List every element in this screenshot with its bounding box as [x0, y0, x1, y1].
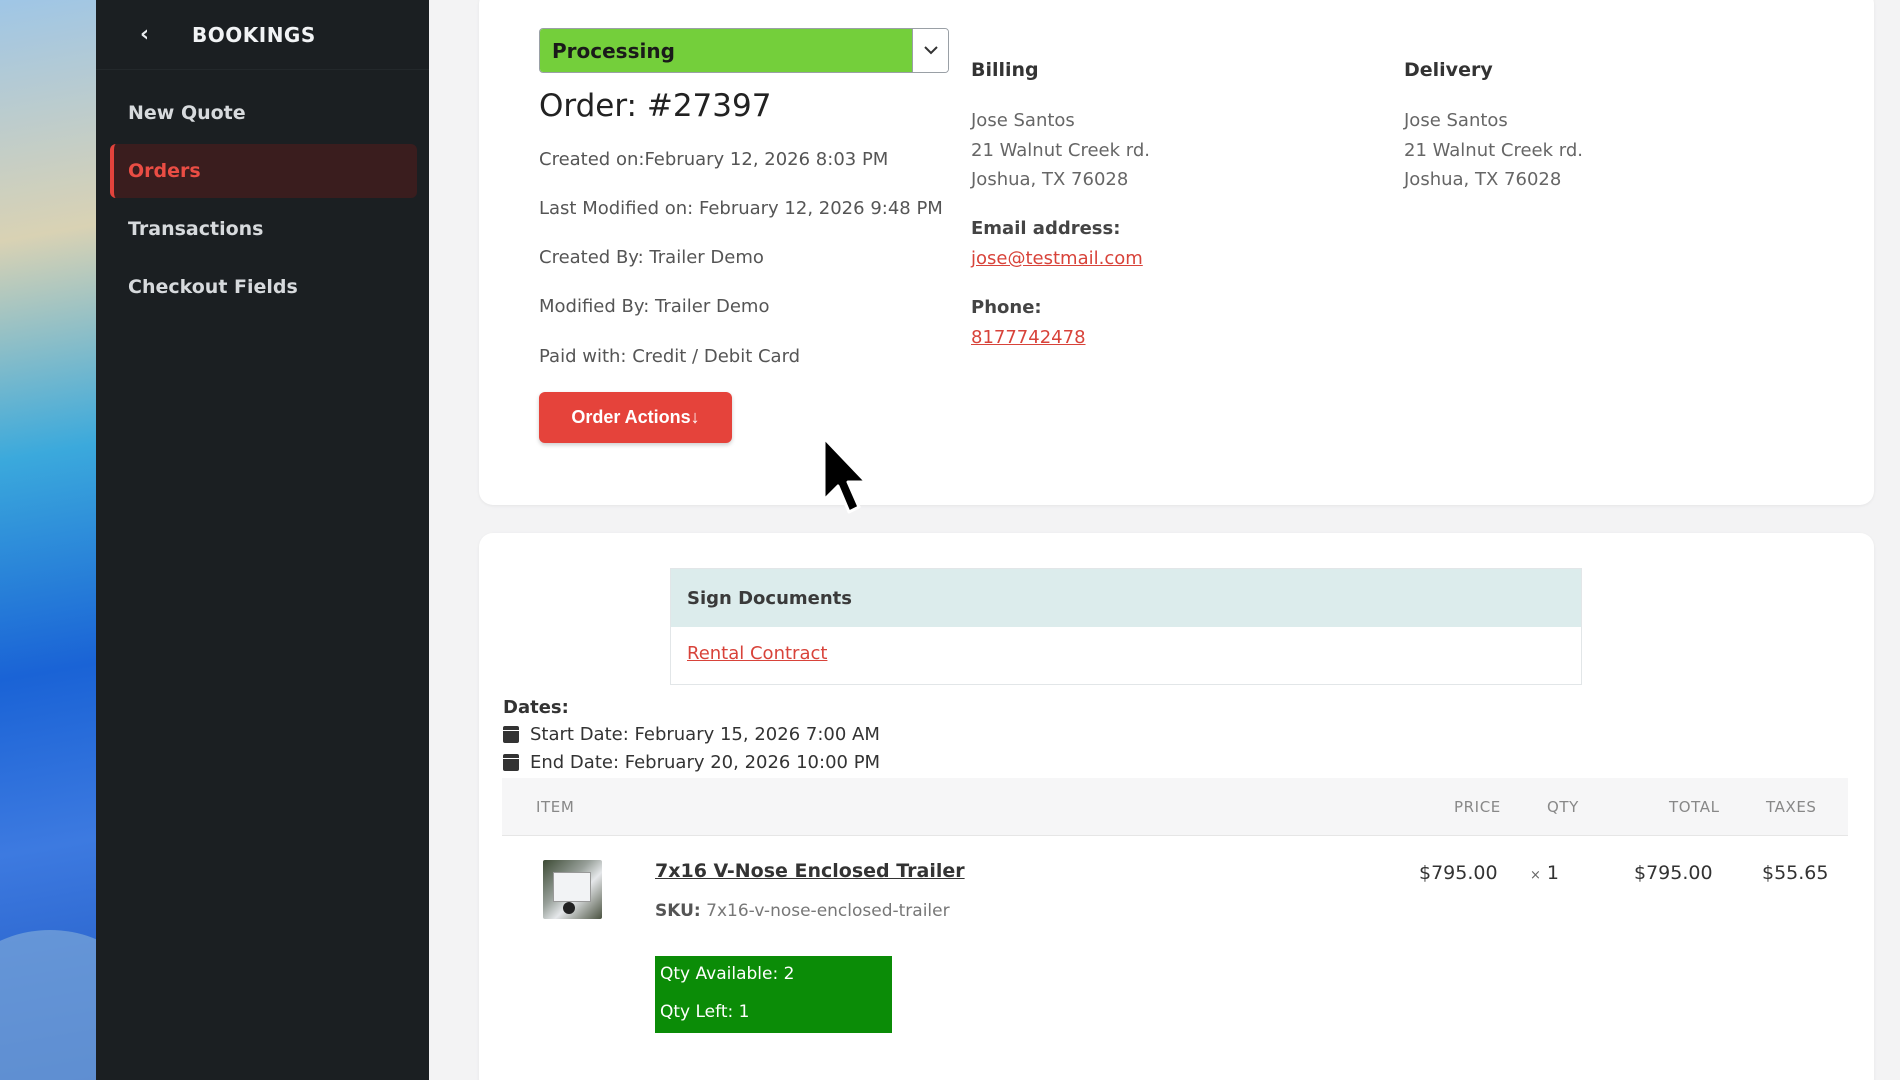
column-header-qty: QTY	[1547, 798, 1579, 816]
sign-documents-box: Sign Documents Rental Contract	[670, 568, 1582, 685]
item-qty: × 1	[1530, 862, 1559, 884]
order-created-on: Created on:February 12, 2026 8:03 PM	[539, 149, 889, 170]
mouse-pointer-icon	[822, 436, 868, 518]
sidebar-item-orders[interactable]: Orders	[110, 144, 417, 198]
product-sku: SKU: 7x16-v-nose-enclosed-trailer	[655, 901, 950, 921]
order-actions-button[interactable]: Order Actions↓	[539, 392, 732, 443]
sku-label: SKU:	[655, 901, 701, 921]
sku-value: 7x16-v-nose-enclosed-trailer	[706, 901, 950, 921]
sign-documents-heading: Sign Documents	[671, 569, 1581, 627]
order-status-value: Processing	[540, 29, 912, 72]
product-thumbnail	[543, 860, 602, 919]
start-date-row: Start Date: February 15, 2026 7:00 AM	[503, 724, 880, 745]
email-link[interactable]: jose@testmail.com	[971, 248, 1143, 269]
column-header-total: TOTAL	[1669, 798, 1720, 816]
order-paid-with: Paid with: Credit / Debit Card	[539, 346, 801, 367]
billing-heading: Billing	[971, 59, 1039, 81]
qty-left: Qty Left: 1	[660, 1002, 750, 1022]
delivery-heading: Delivery	[1404, 59, 1493, 81]
end-date-text: End Date: February 20, 2026 10:00 PM	[530, 752, 881, 773]
order-status-select[interactable]: Processing	[539, 28, 949, 73]
sidebar-header: ‹ BOOKINGS	[96, 0, 429, 70]
email-label: Email address:	[971, 218, 1121, 239]
sidebar-item-transactions[interactable]: Transactions	[110, 202, 417, 256]
item-taxes: $55.65	[1762, 862, 1829, 884]
sidebar-title: BOOKINGS	[192, 22, 316, 47]
calendar-icon	[503, 726, 519, 743]
product-name-link[interactable]: 7x16 V-Nose Enclosed Trailer	[655, 860, 965, 882]
column-header-price: PRICE	[1454, 798, 1501, 816]
billing-street: 21 Walnut Creek rd.	[971, 140, 1150, 161]
phone-label: Phone:	[971, 297, 1042, 318]
stock-status-badge: Qty Available: 2 Qty Left: 1	[655, 956, 892, 1033]
desktop-wallpaper	[0, 0, 160, 1080]
start-date-text: Start Date: February 15, 2026 7:00 AM	[530, 724, 880, 745]
delivery-city: Joshua, TX 76028	[1404, 169, 1562, 190]
order-last-modified: Last Modified on: February 12, 2026 9:48…	[539, 198, 943, 219]
chevron-down-icon[interactable]	[912, 29, 948, 72]
qty-value: 1	[1546, 862, 1559, 884]
main-content: Processing Order: #27397 Created on:Febr…	[429, 0, 1900, 1080]
qty-multiply-sign: ×	[1530, 868, 1541, 883]
sidebar-nav: New Quote Orders Transactions Checkout F…	[96, 70, 429, 314]
delivery-street: 21 Walnut Creek rd.	[1404, 140, 1583, 161]
billing-city: Joshua, TX 76028	[971, 169, 1129, 190]
column-header-item: ITEM	[536, 798, 575, 816]
sidebar-item-checkout-fields[interactable]: Checkout Fields	[110, 260, 417, 314]
dates-label: Dates:	[503, 697, 569, 718]
items-table-header: ITEM PRICE QTY TOTAL TAXES	[502, 778, 1848, 836]
billing-name: Jose Santos	[971, 110, 1075, 131]
sidebar-item-new-quote[interactable]: New Quote	[110, 86, 417, 140]
delivery-name: Jose Santos	[1404, 110, 1508, 131]
chevron-left-icon[interactable]: ‹	[140, 22, 170, 47]
phone-link[interactable]: 8177742478	[971, 327, 1086, 348]
calendar-icon	[503, 754, 519, 771]
column-header-taxes: TAXES	[1766, 798, 1817, 816]
end-date-row: End Date: February 20, 2026 10:00 PM	[503, 752, 880, 773]
sidebar: ‹ BOOKINGS New Quote Orders Transactions…	[96, 0, 429, 1080]
order-title: Order: #27397	[539, 88, 772, 124]
item-price: $795.00	[1419, 862, 1498, 884]
order-modified-by: Modified By: Trailer Demo	[539, 296, 770, 317]
qty-available: Qty Available: 2	[660, 964, 795, 984]
item-total: $795.00	[1634, 862, 1713, 884]
rental-contract-link[interactable]: Rental Contract	[687, 643, 827, 664]
order-created-by: Created By: Trailer Demo	[539, 247, 764, 268]
